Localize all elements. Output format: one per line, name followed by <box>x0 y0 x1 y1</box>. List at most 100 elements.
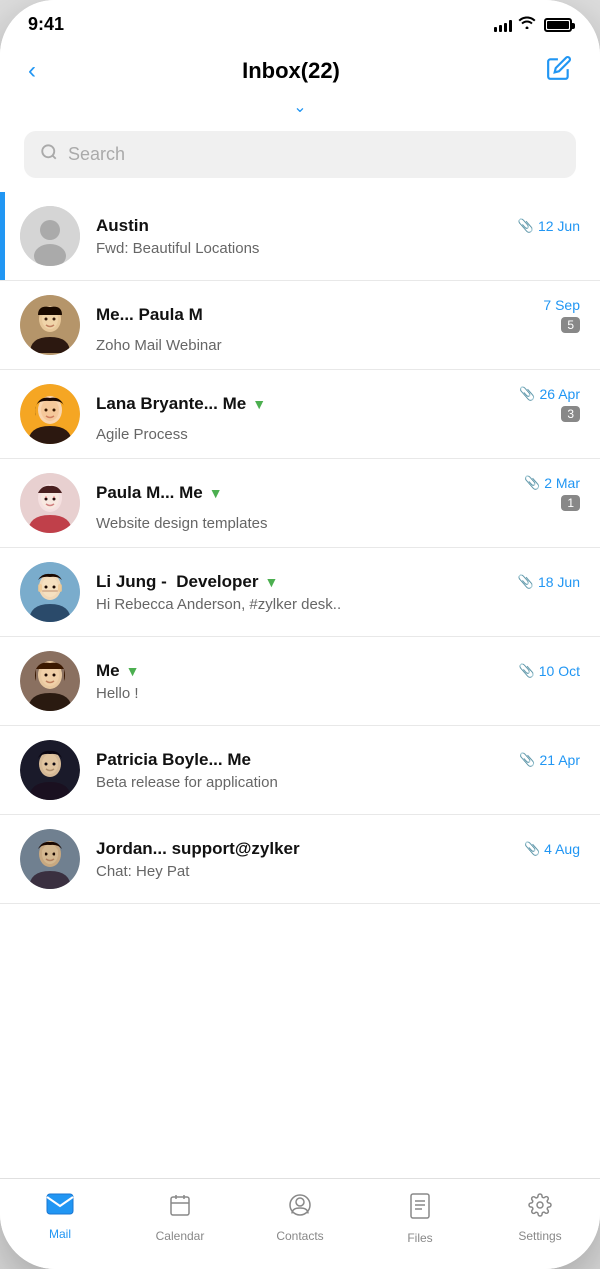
email-preview: Hi Rebecca Anderson, #zylker desk.. <box>96 596 580 613</box>
email-preview: Hello ! <box>96 685 580 702</box>
attachment-icon: 📎 <box>524 841 540 857</box>
mail-icon <box>46 1193 74 1222</box>
compose-button[interactable] <box>542 51 576 91</box>
nav-item-files[interactable]: Files <box>360 1189 480 1249</box>
email-count-badge: 3 <box>561 406 580 422</box>
phone-frame: 9:41 ‹ Inbox(22) <box>0 0 600 1269</box>
email-date-area: 📎 21 Apr <box>519 752 580 768</box>
status-icons <box>494 15 572 34</box>
email-preview: Fwd: Beautiful Locations <box>96 240 580 257</box>
contacts-icon <box>288 1193 312 1224</box>
email-sender: Austin <box>96 216 149 236</box>
nav-label-mail: Mail <box>49 1227 71 1241</box>
email-sender: Paula M... Me ▼ <box>96 483 223 503</box>
avatar <box>20 562 80 622</box>
nav-item-mail[interactable]: Mail <box>0 1189 120 1249</box>
search-icon <box>40 143 58 166</box>
signal-icon <box>494 18 512 32</box>
email-date: 📎 2 Mar <box>524 475 580 491</box>
email-item[interactable]: Patricia Boyle... Me 📎 21 Apr Beta relea… <box>0 726 600 815</box>
flag-icon: ▼ <box>126 663 140 679</box>
email-content: Lana Bryante... Me ▼ 📎 26 Apr 3 Agile Pr… <box>96 386 580 443</box>
email-preview: Beta release for application <box>96 774 580 791</box>
search-container: Search <box>0 123 600 192</box>
avatar <box>20 384 80 444</box>
email-date: 7 Sep <box>543 297 580 313</box>
attachment-icon: 📎 <box>518 574 534 590</box>
email-date-area: 📎 10 Oct <box>519 663 580 679</box>
email-preview: Chat: Hey Pat <box>96 863 580 880</box>
attachment-icon: 📎 <box>519 752 535 768</box>
email-preview: Website design templates <box>96 515 580 532</box>
avatar <box>20 473 80 533</box>
email-header: ‹ Inbox(22) <box>0 43 600 95</box>
status-time: 9:41 <box>28 14 64 35</box>
email-sender: Patricia Boyle... Me <box>96 750 251 770</box>
email-content: Patricia Boyle... Me 📎 21 Apr Beta relea… <box>96 750 580 791</box>
email-item[interactable]: Li Jung - Developer ▼ 📎 18 Jun Hi Rebecc… <box>0 548 600 637</box>
search-placeholder: Search <box>68 144 125 165</box>
email-date-area: 📎 18 Jun <box>518 574 580 590</box>
email-date: 📎 10 Oct <box>519 663 580 679</box>
chevron-down-icon[interactable]: ⌄ <box>293 97 306 117</box>
email-content: Austin 📎 12 Jun Fwd: Beautiful Locations <box>96 216 580 257</box>
nav-label-files: Files <box>407 1231 432 1245</box>
email-item[interactable]: Austin 📎 12 Jun Fwd: Beautiful Locations <box>0 192 600 281</box>
email-content: Me ▼ 📎 10 Oct Hello ! <box>96 661 580 702</box>
email-list: Austin 📎 12 Jun Fwd: Beautiful Locations <box>0 192 600 1178</box>
avatar <box>20 206 80 266</box>
email-sender: Li Jung - Developer ▼ <box>96 572 278 592</box>
email-sender: Me... Paula M <box>96 305 203 325</box>
email-sender: Jordan... support@zylker <box>96 839 300 859</box>
back-button[interactable]: ‹ <box>24 53 40 89</box>
email-date: 📎 4 Aug <box>524 841 580 857</box>
nav-item-contacts[interactable]: Contacts <box>240 1189 360 1249</box>
email-preview: Agile Process <box>96 426 580 443</box>
email-item[interactable]: Me... Paula M 7 Sep 5 Zoho Mail Webinar <box>0 281 600 370</box>
inbox-title: Inbox(22) <box>242 58 340 84</box>
email-count-badge: 5 <box>561 317 580 333</box>
files-icon <box>409 1193 431 1226</box>
status-bar: 9:41 <box>0 0 600 43</box>
email-date: 📎 12 Jun <box>518 218 580 234</box>
email-date: 📎 18 Jun <box>518 574 580 590</box>
email-preview: Zoho Mail Webinar <box>96 337 580 354</box>
avatar <box>20 740 80 800</box>
email-item[interactable]: Paula M... Me ▼ 📎 2 Mar 1 Website design… <box>0 459 600 548</box>
email-content: Li Jung - Developer ▼ 📎 18 Jun Hi Rebecc… <box>96 572 580 613</box>
battery-icon <box>544 18 572 32</box>
unread-indicator <box>0 192 5 280</box>
email-content: Jordan... support@zylker 📎 4 Aug Chat: H… <box>96 839 580 880</box>
email-item[interactable]: Jordan... support@zylker 📎 4 Aug Chat: H… <box>0 815 600 904</box>
bottom-navigation: Mail Calendar Contacts <box>0 1178 600 1269</box>
email-content: Paula M... Me ▼ 📎 2 Mar 1 Website design… <box>96 475 580 532</box>
email-date-area: 📎 26 Apr 3 <box>519 386 580 422</box>
email-content: Me... Paula M 7 Sep 5 Zoho Mail Webinar <box>96 297 580 354</box>
attachment-icon: 📎 <box>519 663 535 679</box>
nav-item-calendar[interactable]: Calendar <box>120 1189 240 1249</box>
chevron-row: ⌄ <box>0 95 600 123</box>
wifi-icon <box>518 15 536 34</box>
attachment-icon: 📎 <box>519 386 535 402</box>
calendar-icon <box>168 1193 192 1224</box>
flag-icon: ▼ <box>264 574 278 590</box>
email-date-area: 📎 12 Jun <box>518 218 580 234</box>
email-item[interactable]: Me ▼ 📎 10 Oct Hello ! <box>0 637 600 726</box>
nav-label-calendar: Calendar <box>156 1229 205 1243</box>
email-count-badge: 1 <box>561 495 580 511</box>
email-sender: Lana Bryante... Me ▼ <box>96 394 266 414</box>
nav-item-settings[interactable]: Settings <box>480 1189 600 1249</box>
avatar <box>20 295 80 355</box>
settings-icon <box>528 1193 552 1224</box>
avatar <box>20 651 80 711</box>
search-bar[interactable]: Search <box>24 131 576 178</box>
nav-label-contacts: Contacts <box>276 1229 323 1243</box>
email-date: 📎 21 Apr <box>519 752 580 768</box>
attachment-icon: 📎 <box>518 218 534 234</box>
flag-icon: ▼ <box>252 396 266 412</box>
email-item[interactable]: Lana Bryante... Me ▼ 📎 26 Apr 3 Agile Pr… <box>0 370 600 459</box>
avatar <box>20 829 80 889</box>
flag-icon: ▼ <box>209 485 223 501</box>
email-date-area: 📎 4 Aug <box>524 841 580 857</box>
nav-label-settings: Settings <box>518 1229 561 1243</box>
